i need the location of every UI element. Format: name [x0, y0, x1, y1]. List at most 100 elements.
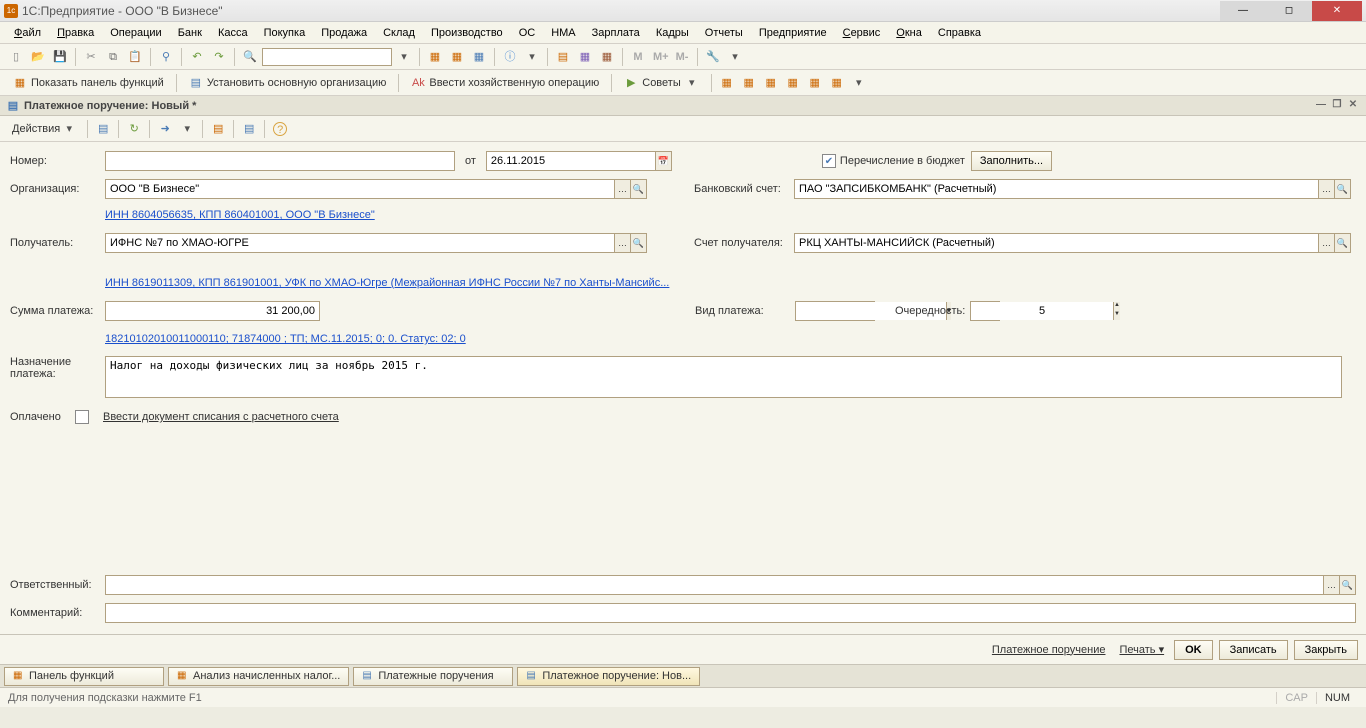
responsible-select-button[interactable]: …: [1324, 575, 1340, 595]
info-button[interactable]: ⓘ: [500, 47, 520, 67]
m-button[interactable]: M: [628, 47, 648, 67]
priority-down[interactable]: ▼: [1114, 311, 1120, 320]
priority-up[interactable]: ▲: [1114, 302, 1120, 311]
tab-panel-functions[interactable]: ▦Панель функций: [4, 667, 164, 686]
report-4[interactable]: ▦: [783, 73, 803, 93]
settings-button[interactable]: 🔧: [703, 47, 723, 67]
menu-edit[interactable]: Правка: [51, 25, 100, 41]
date-picker-button[interactable]: 📅: [656, 151, 672, 171]
doc-close-button[interactable]: ✕: [1346, 99, 1360, 113]
recipient-input[interactable]: [105, 233, 615, 253]
report-1[interactable]: ▦: [717, 73, 737, 93]
doc-name-link[interactable]: Платежное поручение: [988, 644, 1110, 656]
menu-purchase[interactable]: Покупка: [258, 25, 312, 41]
recipient-open-button[interactable]: 🔍: [631, 233, 647, 253]
settings-dropdown[interactable]: ▾: [725, 47, 745, 67]
window-minimize-button[interactable]: —: [1220, 1, 1266, 21]
report-5[interactable]: ▦: [805, 73, 825, 93]
pay-kind-combo[interactable]: ▾: [795, 301, 875, 321]
doc-restore-button[interactable]: ❐: [1330, 99, 1344, 113]
sum-input[interactable]: [105, 301, 320, 321]
menu-file[interactable]: Файл: [8, 25, 47, 41]
ok-button[interactable]: OK: [1174, 640, 1213, 660]
priority-spinner[interactable]: ▲ ▼: [970, 301, 1000, 321]
rec-acc-open-button[interactable]: 🔍: [1335, 233, 1351, 253]
close-button-form[interactable]: Закрыть: [1294, 640, 1358, 660]
rec-acc-select-button[interactable]: …: [1319, 233, 1335, 253]
menu-reports[interactable]: Отчеты: [699, 25, 749, 41]
info-dropdown[interactable]: ▾: [522, 47, 542, 67]
save-button-form[interactable]: Записать: [1219, 640, 1288, 660]
org-select-button[interactable]: …: [615, 179, 631, 199]
tool-2[interactable]: ▦: [447, 47, 467, 67]
paste-button[interactable]: 📋: [125, 47, 145, 67]
responsible-input[interactable]: [105, 575, 1324, 595]
doc-tool-3[interactable]: ▤: [239, 119, 259, 139]
doc-minimize-button[interactable]: —: [1314, 99, 1328, 113]
find-button[interactable]: ⚲: [156, 47, 176, 67]
enter-op-button[interactable]: AkВвести хозяйственную операцию: [404, 73, 606, 93]
bank-select-button[interactable]: …: [1319, 179, 1335, 199]
org-input[interactable]: [105, 179, 615, 199]
search-input[interactable]: [262, 48, 392, 66]
redo-button[interactable]: ↷: [209, 47, 229, 67]
menu-cash[interactable]: Касса: [212, 25, 254, 41]
copy-button[interactable]: ⧉: [103, 47, 123, 67]
bank-acc-input[interactable]: [794, 179, 1319, 199]
tool-1[interactable]: ▦: [425, 47, 445, 67]
doc-goto-dropdown[interactable]: ▾: [177, 119, 197, 139]
priority-input[interactable]: [971, 302, 1113, 320]
zoom-button[interactable]: 🔍: [240, 47, 260, 67]
budget-checkbox[interactable]: [822, 154, 836, 168]
calc-button[interactable]: ▦: [575, 47, 595, 67]
menu-nma[interactable]: НМА: [545, 25, 581, 41]
menu-operations[interactable]: Операции: [104, 25, 167, 41]
menu-enterprise[interactable]: Предприятие: [753, 25, 833, 41]
paid-checkbox[interactable]: [75, 410, 89, 424]
report-6[interactable]: ▦: [827, 73, 847, 93]
doc-help[interactable]: ?: [270, 119, 290, 139]
advice-button[interactable]: ▶Советы▾: [617, 73, 705, 93]
tool-4[interactable]: ▤: [553, 47, 573, 67]
new-doc-button[interactable]: ▯: [6, 47, 26, 67]
tab-tax-analysis[interactable]: ▦Анализ начисленных налог...: [168, 667, 349, 686]
menu-warehouse[interactable]: Склад: [377, 25, 421, 41]
report-dropdown[interactable]: ▾: [849, 73, 869, 93]
purpose-textarea[interactable]: [105, 356, 1342, 398]
responsible-open-button[interactable]: 🔍: [1340, 575, 1356, 595]
m-plus-button[interactable]: M+: [650, 47, 670, 67]
menu-staff[interactable]: Кадры: [650, 25, 695, 41]
window-maximize-button[interactable]: ◻: [1266, 1, 1312, 21]
rec-acc-input[interactable]: [794, 233, 1319, 253]
recipient-select-button[interactable]: …: [615, 233, 631, 253]
menu-bank[interactable]: Банк: [172, 25, 208, 41]
dropdown-button[interactable]: ▾: [394, 47, 414, 67]
menu-windows[interactable]: Окна: [890, 25, 928, 41]
menu-service[interactable]: Сервис: [837, 25, 887, 41]
menu-production[interactable]: Производство: [425, 25, 509, 41]
save-button[interactable]: 💾: [50, 47, 70, 67]
set-org-button[interactable]: ▤Установить основную организацию: [182, 73, 394, 93]
m-minus-button[interactable]: M-: [672, 47, 692, 67]
report-2[interactable]: ▦: [739, 73, 759, 93]
doc-refresh[interactable]: ↻: [124, 119, 144, 139]
window-close-button[interactable]: ✕: [1312, 1, 1362, 21]
doc-goto[interactable]: ➜: [155, 119, 175, 139]
report-3[interactable]: ▦: [761, 73, 781, 93]
menu-salary[interactable]: Зарплата: [586, 25, 646, 41]
number-input[interactable]: [105, 151, 455, 171]
org-link[interactable]: ИНН 8604056635, КПП 860401001, ООО "В Би…: [105, 209, 375, 221]
bank-open-button[interactable]: 🔍: [1335, 179, 1351, 199]
print-button[interactable]: Печать ▾: [1115, 643, 1168, 656]
fill-button[interactable]: Заполнить...: [971, 151, 1052, 171]
open-button[interactable]: 📂: [28, 47, 48, 67]
show-panel-button[interactable]: ▦Показать панель функций: [6, 73, 171, 93]
recipient-link[interactable]: ИНН 8619011309, КПП 861901001, УФК по ХМ…: [105, 277, 669, 289]
comment-input[interactable]: [105, 603, 1356, 623]
tab-payment-order-new[interactable]: ▤Платежное поручение: Нов...: [517, 667, 700, 686]
doc-tool-1[interactable]: ▤: [93, 119, 113, 139]
menu-help[interactable]: Справка: [932, 25, 987, 41]
kbk-link[interactable]: 18210102010011000110; 71874000 ; ТП; МС.…: [105, 333, 466, 345]
date-input[interactable]: [486, 151, 656, 171]
org-open-button[interactable]: 🔍: [631, 179, 647, 199]
